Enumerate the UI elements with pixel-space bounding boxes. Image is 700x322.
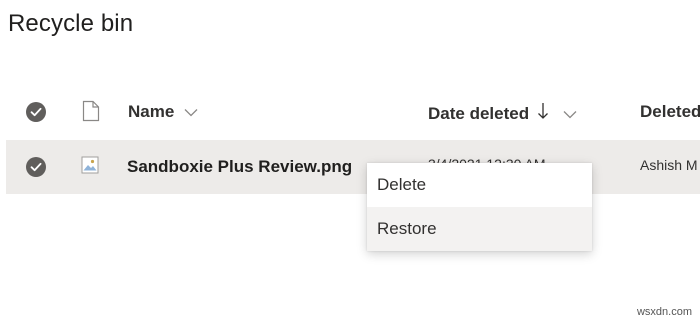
deleted-by-value: Ashish M <box>640 157 698 173</box>
chevron-down-icon[interactable] <box>184 102 198 122</box>
document-icon <box>82 100 100 127</box>
column-header-name-label: Name <box>128 102 175 121</box>
context-menu: Delete Restore <box>367 163 592 251</box>
page-title: Recycle bin <box>8 10 134 37</box>
watermark: wsxdn.com <box>636 306 692 318</box>
column-header-date-deleted[interactable]: Date deleted <box>428 102 577 125</box>
list-header: Name Date deleted Deleted <box>0 88 700 136</box>
column-header-deleted-by[interactable]: Deleted <box>640 102 700 122</box>
row-check-icon[interactable] <box>26 157 46 177</box>
menu-item-delete[interactable]: Delete <box>367 163 592 207</box>
table-row[interactable]: Sandboxie Plus Review.png 3/4/2021 12:30… <box>6 140 700 194</box>
menu-item-restore[interactable]: Restore <box>367 207 592 251</box>
column-header-date-label: Date deleted <box>428 103 530 123</box>
column-header-name[interactable]: Name <box>128 102 198 122</box>
image-file-icon <box>81 156 99 179</box>
sort-descending-icon <box>537 102 549 125</box>
file-name-link[interactable]: Sandboxie Plus Review.png <box>127 157 352 177</box>
select-all-check-icon[interactable] <box>26 102 46 122</box>
chevron-down-icon[interactable] <box>563 104 577 124</box>
